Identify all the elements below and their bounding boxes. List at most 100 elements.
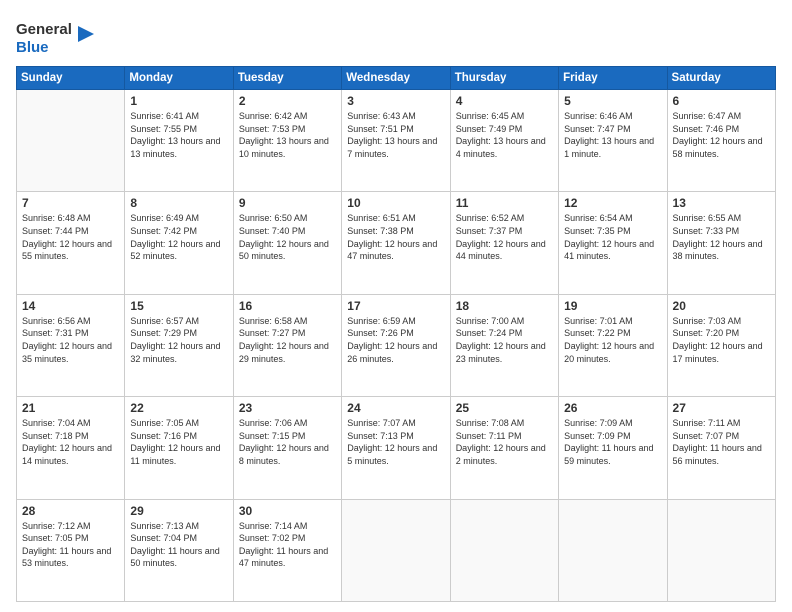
weekday-header-sunday: Sunday [17,67,125,90]
calendar-cell: 26 Sunrise: 7:09 AMSunset: 7:09 PMDayligh… [559,397,667,499]
day-number: 15 [130,299,227,313]
cell-info: Sunrise: 7:01 AMSunset: 7:22 PMDaylight:… [564,315,661,365]
calendar-cell: 22 Sunrise: 7:05 AMSunset: 7:16 PMDayligh… [125,397,233,499]
day-number: 26 [564,401,661,415]
calendar-cell: 12Sunrise: 6:54 AMSunset: 7:35 PMDayligh… [559,192,667,294]
cell-info: Sunrise: 7:14 AMSunset: 7:02 PMDaylight:… [239,520,336,570]
cell-info: Sunrise: 6:41 AMSunset: 7:55 PMDaylight:… [130,110,227,160]
day-number: 7 [22,196,119,210]
day-number: 28 [22,504,119,518]
calendar-cell: 28 Sunrise: 7:12 AMSunset: 7:05 PMDayligh… [17,499,125,601]
cell-info: Sunrise: 6:43 AMSunset: 7:51 PMDaylight:… [347,110,444,160]
day-number: 13 [673,196,770,210]
weekday-header-tuesday: Tuesday [233,67,341,90]
day-number: 12 [564,196,661,210]
cell-info: Sunrise: 6:49 AMSunset: 7:42 PMDaylight:… [130,212,227,262]
calendar-week-1: 1Sunrise: 6:41 AMSunset: 7:55 PMDaylight… [17,90,776,192]
weekday-header-wednesday: Wednesday [342,67,450,90]
cell-info: Sunrise: 6:59 AMSunset: 7:26 PMDaylight:… [347,315,444,365]
cell-info: Sunrise: 6:45 AMSunset: 7:49 PMDaylight:… [456,110,553,160]
day-number: 20 [673,299,770,313]
calendar-cell: 25 Sunrise: 7:08 AMSunset: 7:11 PMDayligh… [450,397,558,499]
weekday-header-friday: Friday [559,67,667,90]
svg-text:General: General [16,21,72,38]
cell-info: Sunrise: 6:48 AMSunset: 7:44 PMDaylight:… [22,212,119,262]
calendar-cell: 9 Sunrise: 6:50 AMSunset: 7:40 PMDaylight… [233,192,341,294]
calendar-cell: 27 Sunrise: 7:11 AMSunset: 7:07 PMDayligh… [667,397,775,499]
day-number: 5 [564,94,661,108]
calendar-week-3: 14 Sunrise: 6:56 AMSunset: 7:31 PMDayligh… [17,294,776,396]
calendar-cell: 8 Sunrise: 6:49 AMSunset: 7:42 PMDaylight… [125,192,233,294]
calendar-cell: 16 Sunrise: 6:58 AMSunset: 7:27 PMDayligh… [233,294,341,396]
cell-info: Sunrise: 6:50 AMSunset: 7:40 PMDaylight:… [239,212,336,262]
svg-text:Blue: Blue [16,39,49,56]
cell-info: Sunrise: 7:08 AMSunset: 7:11 PMDaylight:… [456,417,553,467]
calendar-cell: 6 Sunrise: 6:47 AMSunset: 7:46 PMDaylight… [667,90,775,192]
calendar-cell: 21 Sunrise: 7:04 AMSunset: 7:18 PMDayligh… [17,397,125,499]
calendar-cell: 17 Sunrise: 6:59 AMSunset: 7:26 PMDayligh… [342,294,450,396]
day-number: 23 [239,401,336,415]
day-number: 18 [456,299,553,313]
cell-info: Sunrise: 7:03 AMSunset: 7:20 PMDaylight:… [673,315,770,365]
calendar-cell: 14 Sunrise: 6:56 AMSunset: 7:31 PMDayligh… [17,294,125,396]
weekday-header-monday: Monday [125,67,233,90]
cell-info: Sunrise: 6:56 AMSunset: 7:31 PMDaylight:… [22,315,119,365]
calendar-cell: 24Sunrise: 7:07 AMSunset: 7:13 PMDayligh… [342,397,450,499]
calendar-cell: 18Sunrise: 7:00 AMSunset: 7:24 PMDayligh… [450,294,558,396]
calendar-cell: 13 Sunrise: 6:55 AMSunset: 7:33 PMDayligh… [667,192,775,294]
calendar-cell: 29 Sunrise: 7:13 AMSunset: 7:04 PMDayligh… [125,499,233,601]
logo: General Blue [16,16,96,58]
calendar-cell: 4 Sunrise: 6:45 AMSunset: 7:49 PMDaylight… [450,90,558,192]
calendar-cell: 23Sunrise: 7:06 AMSunset: 7:15 PMDayligh… [233,397,341,499]
weekday-header-thursday: Thursday [450,67,558,90]
calendar-cell [342,499,450,601]
calendar-cell: 15Sunrise: 6:57 AMSunset: 7:29 PMDayligh… [125,294,233,396]
calendar-table: SundayMondayTuesdayWednesdayThursdayFrid… [16,66,776,602]
cell-info: Sunrise: 7:12 AMSunset: 7:05 PMDaylight:… [22,520,119,570]
calendar-cell [559,499,667,601]
day-number: 19 [564,299,661,313]
day-number: 3 [347,94,444,108]
day-number: 21 [22,401,119,415]
calendar-cell: 3 Sunrise: 6:43 AMSunset: 7:51 PMDaylight… [342,90,450,192]
calendar-cell: 1Sunrise: 6:41 AMSunset: 7:55 PMDaylight… [125,90,233,192]
cell-info: Sunrise: 6:58 AMSunset: 7:27 PMDaylight:… [239,315,336,365]
day-number: 17 [347,299,444,313]
day-number: 22 [130,401,227,415]
day-number: 16 [239,299,336,313]
calendar-cell: 19 Sunrise: 7:01 AMSunset: 7:22 PMDayligh… [559,294,667,396]
cell-info: Sunrise: 7:05 AMSunset: 7:16 PMDaylight:… [130,417,227,467]
day-number: 8 [130,196,227,210]
cell-info: Sunrise: 6:46 AMSunset: 7:47 PMDaylight:… [564,110,661,160]
cell-info: Sunrise: 7:09 AMSunset: 7:09 PMDaylight:… [564,417,661,467]
calendar-cell: 2 Sunrise: 6:42 AMSunset: 7:53 PMDaylight… [233,90,341,192]
day-number: 29 [130,504,227,518]
day-number: 9 [239,196,336,210]
calendar-cell: 7 Sunrise: 6:48 AMSunset: 7:44 PMDaylight… [17,192,125,294]
day-number: 27 [673,401,770,415]
day-number: 6 [673,94,770,108]
day-number: 24 [347,401,444,415]
day-number: 14 [22,299,119,313]
weekday-header-saturday: Saturday [667,67,775,90]
logo-svg: General Blue [16,16,96,58]
cell-info: Sunrise: 7:11 AMSunset: 7:07 PMDaylight:… [673,417,770,467]
day-number: 11 [456,196,553,210]
cell-info: Sunrise: 6:55 AMSunset: 7:33 PMDaylight:… [673,212,770,262]
cell-info: Sunrise: 7:13 AMSunset: 7:04 PMDaylight:… [130,520,227,570]
cell-info: Sunrise: 7:04 AMSunset: 7:18 PMDaylight:… [22,417,119,467]
calendar-week-5: 28 Sunrise: 7:12 AMSunset: 7:05 PMDayligh… [17,499,776,601]
calendar-week-2: 7 Sunrise: 6:48 AMSunset: 7:44 PMDaylight… [17,192,776,294]
day-number: 10 [347,196,444,210]
day-number: 25 [456,401,553,415]
calendar-cell: 5 Sunrise: 6:46 AMSunset: 7:47 PMDaylight… [559,90,667,192]
calendar-cell [450,499,558,601]
calendar-cell [667,499,775,601]
day-number: 4 [456,94,553,108]
cell-info: Sunrise: 6:42 AMSunset: 7:53 PMDaylight:… [239,110,336,160]
cell-info: Sunrise: 6:47 AMSunset: 7:46 PMDaylight:… [673,110,770,160]
calendar-cell: 11Sunrise: 6:52 AMSunset: 7:37 PMDayligh… [450,192,558,294]
day-number: 2 [239,94,336,108]
calendar-cell: 30Sunrise: 7:14 AMSunset: 7:02 PMDayligh… [233,499,341,601]
calendar-cell: 10Sunrise: 6:51 AMSunset: 7:38 PMDayligh… [342,192,450,294]
